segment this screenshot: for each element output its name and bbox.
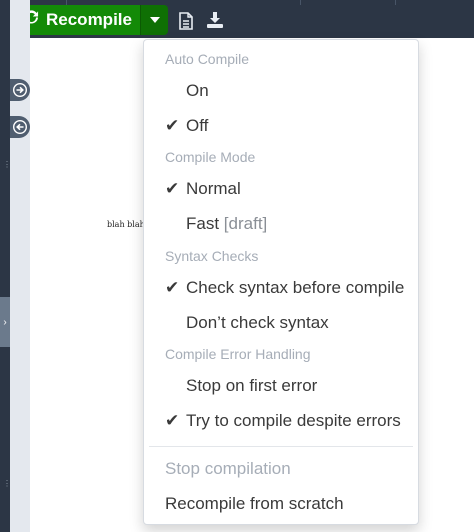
menu-item-label: Fast: [186, 214, 220, 233]
compile-mode-normal[interactable]: ✔ Normal: [165, 176, 439, 202]
recompile-from-scratch-item[interactable]: Recompile from scratch: [165, 491, 439, 517]
chevron-right-icon[interactable]: ›: [0, 297, 10, 347]
recompile-options-button[interactable]: [140, 5, 168, 35]
menu-item-label: On: [186, 81, 209, 100]
stop-compilation-item: Stop compilation: [165, 459, 291, 478]
menu-item-suffix: [draft]: [223, 214, 268, 233]
recompile-button-group: Recompile: [10, 5, 168, 35]
toolbar-divider: [300, 0, 301, 5]
pdf-text: blah blah: [107, 220, 145, 229]
menu-item-label: Try to compile despite errors: [186, 411, 401, 430]
auto-compile-off[interactable]: ✔ Off: [165, 113, 439, 139]
check-icon: ✔: [165, 116, 180, 135]
toolbar: Recompile: [0, 0, 474, 38]
compile-mode-fast[interactable]: Fast [draft]: [165, 211, 439, 237]
menu-item-label: Check syntax before compile: [186, 278, 405, 297]
check-icon: ✔: [165, 278, 180, 297]
check-icon: ✔: [165, 179, 180, 198]
sync-to-pdf-button[interactable]: [10, 79, 30, 101]
check-icon: ✔: [165, 411, 180, 430]
resize-grip-icon[interactable]: ⋮: [3, 161, 11, 169]
syntax-dont-check[interactable]: Don’t check syntax: [165, 310, 439, 336]
recompile-label: Recompile: [46, 10, 132, 29]
sync-to-code-button[interactable]: [10, 116, 30, 138]
menu-item-label: Normal: [186, 179, 241, 198]
error-stop-on-first[interactable]: Stop on first error: [165, 373, 439, 399]
caret-down-icon: [149, 17, 160, 23]
recompile-options-menu: Auto Compile On ✔ Off Compile Mode ✔ Norma…: [143, 39, 419, 525]
menu-item-label: Don’t check syntax: [186, 313, 329, 332]
error-try-compile[interactable]: ✔ Try to compile despite errors: [165, 408, 439, 434]
resize-grip-icon[interactable]: ⋮: [3, 480, 11, 488]
syntax-check-before-compile[interactable]: ✔ Check syntax before compile: [165, 275, 439, 301]
auto-compile-on[interactable]: On: [165, 78, 439, 104]
auto-compile-header: Auto Compile: [165, 51, 250, 67]
error-handling-header: Compile Error Handling: [165, 346, 311, 362]
left-panel-edge: ⋮ ⋮ ›: [0, 0, 11, 532]
download-icon[interactable]: [207, 12, 225, 30]
syntax-checks-header: Syntax Checks: [165, 248, 259, 264]
compile-mode-header: Compile Mode: [165, 149, 256, 165]
toolbar-divider: [395, 0, 396, 5]
menu-item-label: Off: [186, 116, 209, 135]
sync-gutter: [10, 0, 30, 532]
menu-divider: [149, 446, 413, 447]
arrow-left-icon: [13, 120, 27, 134]
menu-item-label: Stop on first error: [186, 376, 318, 395]
document-icon[interactable]: [178, 12, 196, 30]
arrow-right-icon: [13, 83, 27, 97]
